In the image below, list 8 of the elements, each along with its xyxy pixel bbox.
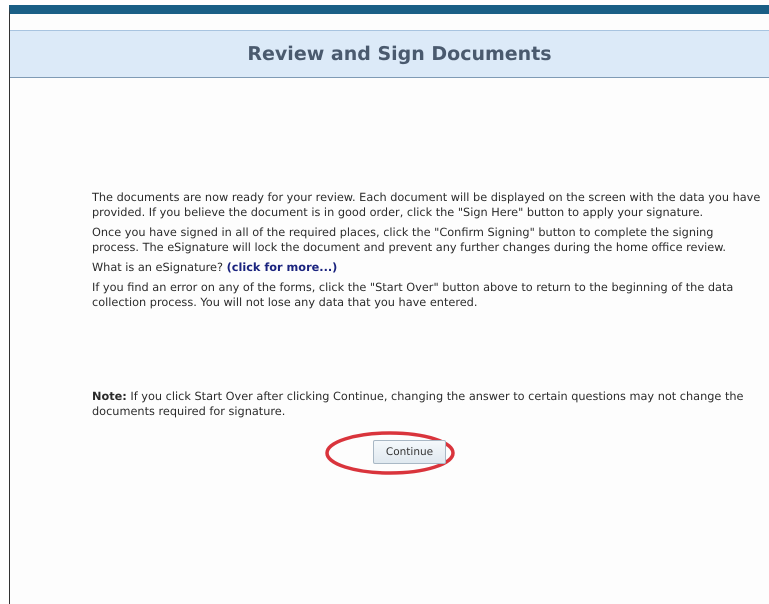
paragraph: If you find an error on any of the forms, click the "Start Over" button above to return to the beginning of the data collection process. You will not lose any data that you have entered.	[92, 280, 734, 310]
paragraph: The documents are now ready for your review. Each document will be displayed on the screen with the data you have provided. If you believe the document is in good order, click the "Sign Here" button to apply your signature.	[92, 190, 762, 220]
question-text: What is an eSignature? (click for more...)	[92, 260, 338, 275]
paragraph: Once you have signed in all of the required places, click the "Confirm Signing" button to complete the signing process. The eSignature will lock the document and prevent any further changes during the home office review.	[92, 225, 728, 255]
note-text: Note: If you click Start Over after clicking Continue, changing the answer to certain questions may not change the documents required for signature.	[92, 389, 744, 419]
page-title: Review and Sign Documents	[246, 43, 552, 65]
continue-button[interactable]: Continue	[372, 440, 446, 464]
more-link[interactable]: (click for more...)	[226, 261, 338, 274]
